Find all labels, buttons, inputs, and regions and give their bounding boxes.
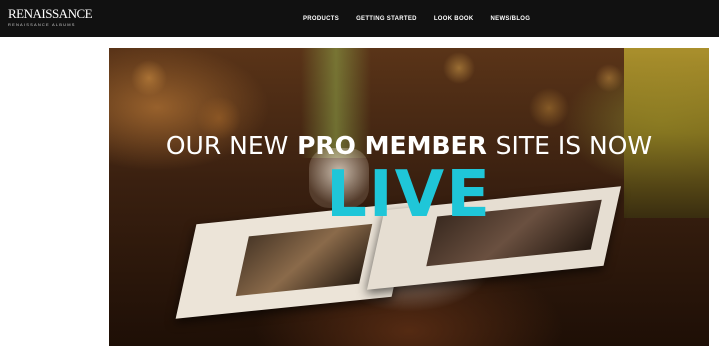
headline-emphasis: PRO MEMBER	[297, 131, 487, 160]
top-navigation-bar: RENAISSANCE RENAISSANCE ALBUMS PRODUCTS …	[0, 0, 719, 37]
nav-item-getting-started[interactable]: GETTING STARTED	[356, 15, 417, 25]
logo-tagline: RENAISSANCE ALBUMS	[8, 22, 76, 27]
renaissance-logo[interactable]: RENAISSANCE RENAISSANCE ALBUMS	[8, 6, 93, 32]
headline-prefix: OUR NEW	[165, 131, 289, 160]
nav-item-news-blog[interactable]: NEWS/BLOG	[491, 15, 531, 25]
headline-suffix: SITE IS NOW	[495, 131, 653, 160]
nav-item-products[interactable]: PRODUCTS	[303, 15, 339, 25]
hero-live-text: LIVE	[326, 158, 492, 232]
logo-wordmark: RENAISSANCE	[8, 6, 93, 21]
main-nav: PRODUCTS GETTING STARTED LOOK BOOK NEWS/…	[303, 15, 530, 25]
hero-banner[interactable]: OUR NEW PRO MEMBER SITE IS NOW LIVE	[109, 48, 709, 346]
hero-headline: OUR NEW PRO MEMBER SITE IS NOW	[109, 132, 709, 160]
nav-item-look-book[interactable]: LOOK BOOK	[434, 15, 474, 25]
